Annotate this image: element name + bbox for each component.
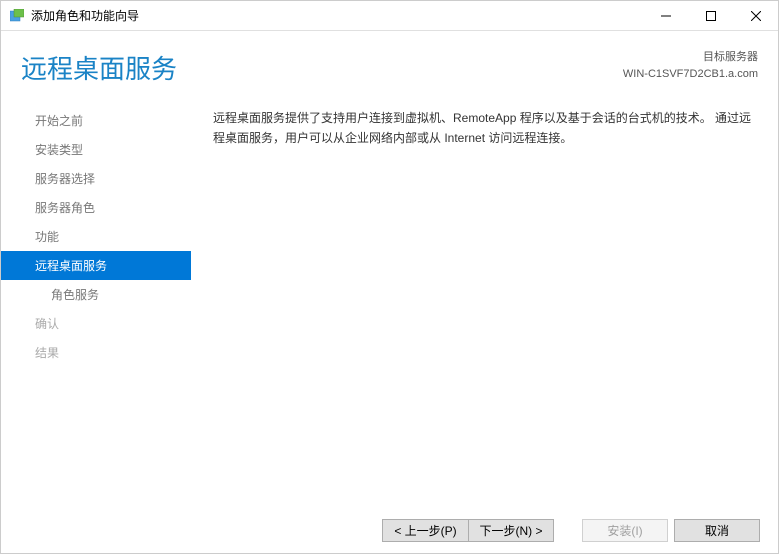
server-info: 目标服务器 WIN-C1SVF7D2CB1.a.com: [623, 49, 758, 82]
sidebar-item-features[interactable]: 功能: [1, 222, 191, 251]
sidebar: 开始之前 安装类型 服务器选择 服务器角色 功能 远程桌面服务 角色服务 确认 …: [1, 96, 191, 490]
titlebar: 添加角色和功能向导: [1, 1, 778, 31]
sidebar-item-before-begin[interactable]: 开始之前: [1, 106, 191, 135]
content: 远程桌面服务提供了支持用户连接到虚拟机、RemoteApp 程序以及基于会话的台…: [191, 96, 778, 490]
window-controls: [643, 1, 778, 30]
sidebar-item-server-selection[interactable]: 服务器选择: [1, 164, 191, 193]
description-text: 远程桌面服务提供了支持用户连接到虚拟机、RemoteApp 程序以及基于会话的台…: [213, 108, 753, 149]
minimize-button[interactable]: [643, 1, 688, 30]
sidebar-item-install-type[interactable]: 安装类型: [1, 135, 191, 164]
footer: < 上一步(P) 下一步(N) > 安装(I) 取消: [1, 507, 778, 553]
server-name: WIN-C1SVF7D2CB1.a.com: [623, 66, 758, 83]
maximize-button[interactable]: [688, 1, 733, 30]
sidebar-item-results: 结果: [1, 338, 191, 367]
nav-button-group: < 上一步(P) 下一步(N) >: [382, 519, 554, 542]
window-title: 添加角色和功能向导: [31, 7, 643, 24]
cancel-button[interactable]: 取消: [674, 519, 760, 542]
sidebar-item-server-roles[interactable]: 服务器角色: [1, 193, 191, 222]
next-button[interactable]: 下一步(N) >: [468, 519, 554, 542]
app-icon: [9, 8, 25, 24]
page-title: 远程桌面服务: [21, 49, 177, 86]
main: 开始之前 安装类型 服务器选择 服务器角色 功能 远程桌面服务 角色服务 确认 …: [1, 96, 778, 490]
previous-button[interactable]: < 上一步(P): [382, 519, 468, 542]
header: 远程桌面服务 目标服务器 WIN-C1SVF7D2CB1.a.com: [1, 31, 778, 96]
install-button: 安装(I): [582, 519, 668, 542]
sidebar-item-role-services[interactable]: 角色服务: [1, 280, 191, 309]
sidebar-item-remote-desktop-services[interactable]: 远程桌面服务: [1, 251, 191, 280]
sidebar-item-confirm: 确认: [1, 309, 191, 338]
server-label: 目标服务器: [623, 49, 758, 66]
close-button[interactable]: [733, 1, 778, 30]
